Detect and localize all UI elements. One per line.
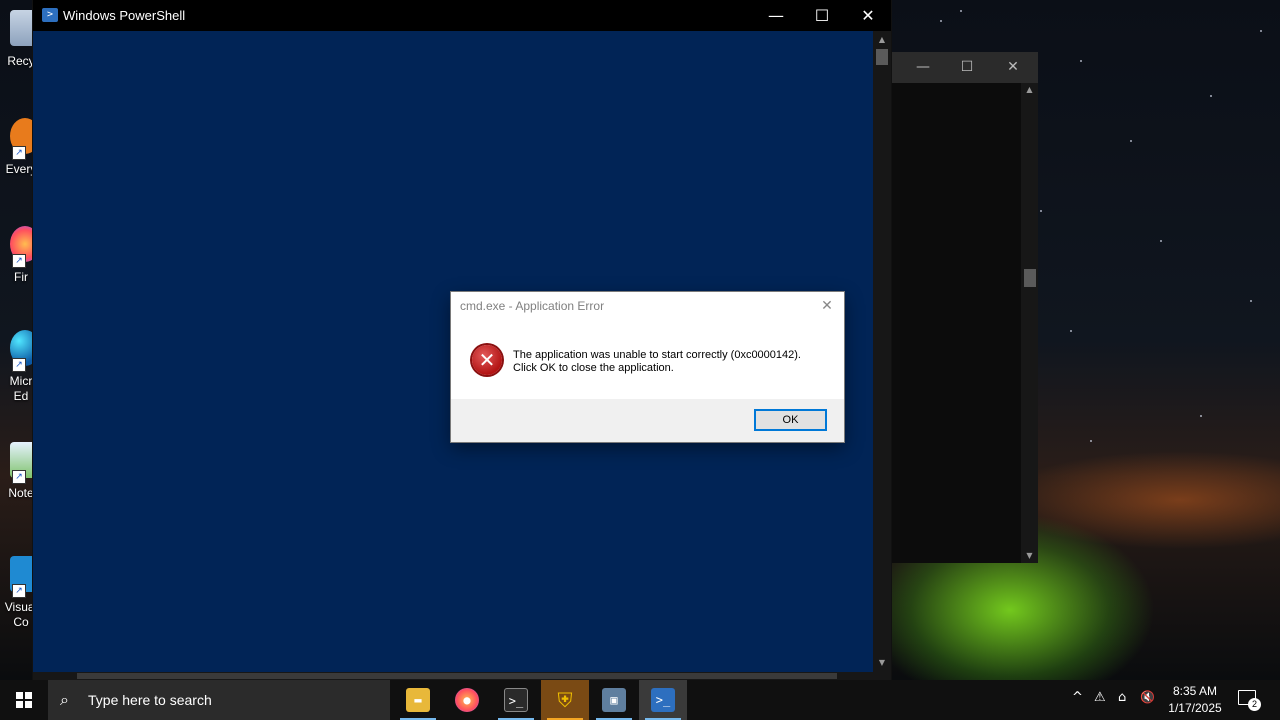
dialog-message: The application was unable to start corr… bbox=[513, 349, 833, 375]
shortcut-arrow-icon: ↗ bbox=[12, 470, 26, 484]
clock-date: 1/17/2025 bbox=[1168, 701, 1222, 715]
star bbox=[1130, 140, 1132, 142]
shield-icon: ⛨ bbox=[557, 688, 573, 712]
star bbox=[1160, 240, 1162, 242]
volume-muted-icon[interactable]: 🔇 bbox=[1140, 690, 1155, 704]
taskbar-app-firefox[interactable]: ● bbox=[443, 680, 491, 720]
taskbar: ⌕ Type here to search ▬ ● >_ ⛨ ▣ >_ ^ ⚠ … bbox=[0, 680, 1280, 720]
star bbox=[1200, 415, 1202, 417]
powershell-vertical-scrollbar[interactable]: ▲ ▼ bbox=[873, 31, 891, 672]
shortcut-arrow-icon: ↗ bbox=[12, 146, 26, 160]
scrollbar-thumb[interactable] bbox=[77, 673, 837, 679]
taskbar-app-terminal[interactable]: >_ bbox=[492, 680, 540, 720]
firefox-icon: ● bbox=[455, 688, 479, 712]
dialog-message-line2: Click OK to close the application. bbox=[513, 362, 674, 374]
star bbox=[940, 20, 942, 22]
security-warning-icon[interactable]: ⚠ bbox=[1094, 690, 1106, 705]
application-error-dialog[interactable]: cmd.exe - Application Error ✕ ✕ The appl… bbox=[451, 292, 844, 442]
file-explorer-icon: ▬ bbox=[406, 688, 430, 712]
powershell-icon: > bbox=[42, 8, 58, 22]
console-minimize-button[interactable]: — bbox=[900, 52, 946, 83]
taskbar-clock[interactable]: 8:35 AM 1/17/2025 bbox=[1162, 683, 1228, 717]
notification-center-button[interactable]: 2 bbox=[1234, 686, 1264, 714]
taskbar-app-file-explorer[interactable]: ▬ bbox=[394, 680, 442, 720]
console-vertical-scrollbar[interactable]: ▲ ▼ bbox=[1021, 83, 1038, 563]
window-app-icon: ▣ bbox=[602, 688, 626, 712]
star bbox=[960, 10, 962, 12]
show-hidden-icons-chevron-icon[interactable]: ^ bbox=[1072, 690, 1083, 705]
scroll-up-arrow-icon[interactable]: ▲ bbox=[1021, 83, 1038, 97]
terminal-icon: >_ bbox=[504, 688, 528, 712]
star bbox=[1250, 300, 1252, 302]
scroll-down-arrow-icon[interactable]: ▼ bbox=[873, 656, 891, 670]
console-maximize-button[interactable]: ☐ bbox=[944, 52, 990, 83]
start-button[interactable] bbox=[0, 680, 48, 720]
powershell-titlebar[interactable]: > Windows PowerShell — ☐ ✕ bbox=[33, 0, 891, 31]
star bbox=[1040, 210, 1042, 212]
close-button[interactable]: ✕ bbox=[845, 0, 891, 31]
taskbar-app-window[interactable]: ▣ bbox=[590, 680, 638, 720]
minimize-button[interactable]: — bbox=[753, 0, 799, 31]
taskbar-app-security-shield[interactable]: ⛨ bbox=[541, 680, 589, 720]
star bbox=[1260, 30, 1262, 32]
star bbox=[1070, 330, 1072, 332]
window-title: Windows PowerShell bbox=[63, 8, 186, 23]
dialog-close-button[interactable]: ✕ bbox=[816, 295, 838, 317]
console-close-button[interactable]: ✕ bbox=[990, 52, 1036, 83]
powershell-horizontal-scrollbar[interactable] bbox=[33, 672, 891, 680]
shortcut-arrow-icon: ↗ bbox=[12, 584, 26, 598]
shortcut-arrow-icon: ↗ bbox=[12, 358, 26, 372]
star bbox=[1080, 60, 1082, 62]
star bbox=[1090, 440, 1092, 442]
dialog-message-line1: The application was unable to start corr… bbox=[513, 349, 801, 361]
error-icon: ✕ bbox=[472, 345, 502, 375]
console-titlebar[interactable]: — ☐ ✕ bbox=[890, 52, 1038, 83]
search-placeholder: Type here to search bbox=[88, 692, 212, 708]
console-window[interactable]: — ☐ ✕ ▲ ▼ bbox=[890, 52, 1038, 563]
taskbar-search-box[interactable]: ⌕ Type here to search bbox=[48, 680, 390, 720]
scrollbar-thumb[interactable] bbox=[876, 49, 888, 65]
clock-time: 8:35 AM bbox=[1172, 684, 1218, 698]
shortcut-arrow-icon: ↗ bbox=[12, 254, 26, 268]
search-icon: ⌕ bbox=[60, 690, 69, 709]
powershell-icon: >_ bbox=[651, 688, 675, 712]
dialog-title: cmd.exe - Application Error bbox=[460, 299, 605, 313]
notification-count-badge: 2 bbox=[1248, 698, 1261, 711]
scrollbar-thumb[interactable] bbox=[1024, 269, 1036, 287]
scroll-down-arrow-icon[interactable]: ▼ bbox=[1021, 549, 1038, 563]
network-icon[interactable]: ⌂ bbox=[1118, 690, 1126, 705]
scroll-up-arrow-icon[interactable]: ▲ bbox=[873, 33, 891, 47]
dialog-footer: OK bbox=[451, 399, 844, 442]
star bbox=[1210, 95, 1212, 97]
maximize-button[interactable]: ☐ bbox=[799, 0, 845, 31]
ok-button[interactable]: OK bbox=[754, 409, 827, 431]
windows-logo-icon bbox=[16, 692, 32, 708]
taskbar-app-powershell[interactable]: >_ bbox=[639, 680, 687, 720]
